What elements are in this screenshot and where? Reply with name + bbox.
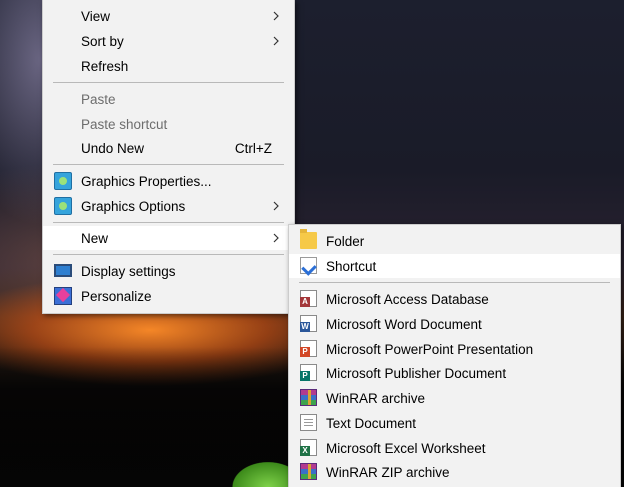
submenu-item-shortcut[interactable]: Shortcut [289, 254, 620, 278]
menu-item-label: Undo New [81, 140, 145, 156]
menu-item-personalize[interactable]: Personalize [43, 284, 294, 308]
menu-item-label: Refresh [81, 58, 129, 74]
keyboard-shortcut: Ctrl+Z [234, 140, 272, 156]
menu-separator [53, 254, 284, 255]
submenu-item-label: Microsoft PowerPoint Presentation [326, 341, 534, 357]
personalize-icon [54, 287, 72, 305]
submenu-item-label: Folder [326, 233, 365, 249]
submenu-item-access-database[interactable]: A Microsoft Access Database [289, 287, 620, 311]
folder-icon [300, 229, 317, 249]
menu-item-label: Paste [81, 91, 116, 107]
graphics-icon [54, 197, 72, 215]
graphics-icon [54, 172, 72, 190]
menu-item-label: Paste shortcut [81, 116, 168, 132]
submenu-item-label: Microsoft Word Document [326, 316, 482, 332]
chevron-right-icon [273, 36, 279, 46]
menu-item-graphics-options[interactable]: Graphics Options [43, 194, 294, 218]
publisher-icon: P [300, 364, 317, 381]
menu-item-label: Personalize [81, 288, 152, 304]
submenu-item-winrar-zip-archive[interactable]: WinRAR ZIP archive [289, 460, 620, 484]
shortcut-icon [300, 257, 317, 274]
menu-separator [53, 82, 284, 83]
menu-separator [53, 164, 284, 165]
menu-item-undo-new[interactable]: Undo New Ctrl+Z [43, 136, 294, 160]
submenu-item-word-document[interactable]: W Microsoft Word Document [289, 312, 620, 336]
submenu-item-excel-worksheet[interactable]: X Microsoft Excel Worksheet [289, 436, 620, 460]
submenu-item-label: WinRAR ZIP archive [326, 464, 450, 480]
chevron-right-icon [273, 201, 279, 211]
menu-item-label: Sort by [81, 33, 124, 49]
submenu-item-winrar-archive[interactable]: WinRAR archive [289, 386, 620, 410]
submenu-item-label: Microsoft Publisher Document [326, 365, 507, 381]
submenu-item-powerpoint-presentation[interactable]: P Microsoft PowerPoint Presentation [289, 337, 620, 361]
word-icon: W [300, 315, 317, 332]
menu-item-sort-by[interactable]: Sort by [43, 29, 294, 53]
submenu-item-label: WinRAR archive [326, 390, 426, 406]
winrar-zip-icon [300, 463, 317, 480]
submenu-item-label: Text Document [326, 415, 417, 431]
menu-item-label: Display settings [81, 263, 176, 279]
submenu-item-publisher-document[interactable]: P Microsoft Publisher Document [289, 361, 620, 385]
text-document-icon [300, 414, 317, 431]
chevron-right-icon [273, 233, 279, 243]
winrar-icon [300, 389, 317, 406]
menu-separator [299, 282, 610, 283]
chevron-right-icon [273, 11, 279, 21]
submenu-item-label: Shortcut [326, 258, 377, 274]
menu-item-view[interactable]: View [43, 4, 294, 28]
access-icon: A [300, 290, 317, 307]
menu-item-refresh[interactable]: Refresh [43, 54, 294, 78]
menu-separator [53, 222, 284, 223]
menu-item-label: View [81, 8, 111, 24]
new-submenu: Folder Shortcut A Microsoft Access Datab… [288, 224, 621, 487]
submenu-item-text-document[interactable]: Text Document [289, 411, 620, 435]
menu-item-label: Graphics Properties... [81, 173, 212, 189]
desktop-context-menu: View Sort by Refresh Paste Paste shortcu… [42, 0, 295, 314]
powerpoint-icon: P [300, 340, 317, 357]
menu-item-new[interactable]: New [43, 226, 294, 250]
excel-icon: X [300, 439, 317, 456]
submenu-item-label: Microsoft Access Database [326, 291, 489, 307]
menu-item-display-settings[interactable]: Display settings [43, 259, 294, 283]
display-settings-icon [54, 264, 72, 277]
menu-item-paste: Paste [43, 87, 294, 111]
submenu-item-folder[interactable]: Folder [289, 229, 620, 253]
submenu-item-label: Microsoft Excel Worksheet [326, 440, 486, 456]
menu-item-label: Graphics Options [81, 198, 186, 214]
menu-item-label: New [81, 230, 109, 246]
menu-item-graphics-properties[interactable]: Graphics Properties... [43, 169, 294, 193]
menu-item-paste-shortcut: Paste shortcut [43, 112, 294, 136]
